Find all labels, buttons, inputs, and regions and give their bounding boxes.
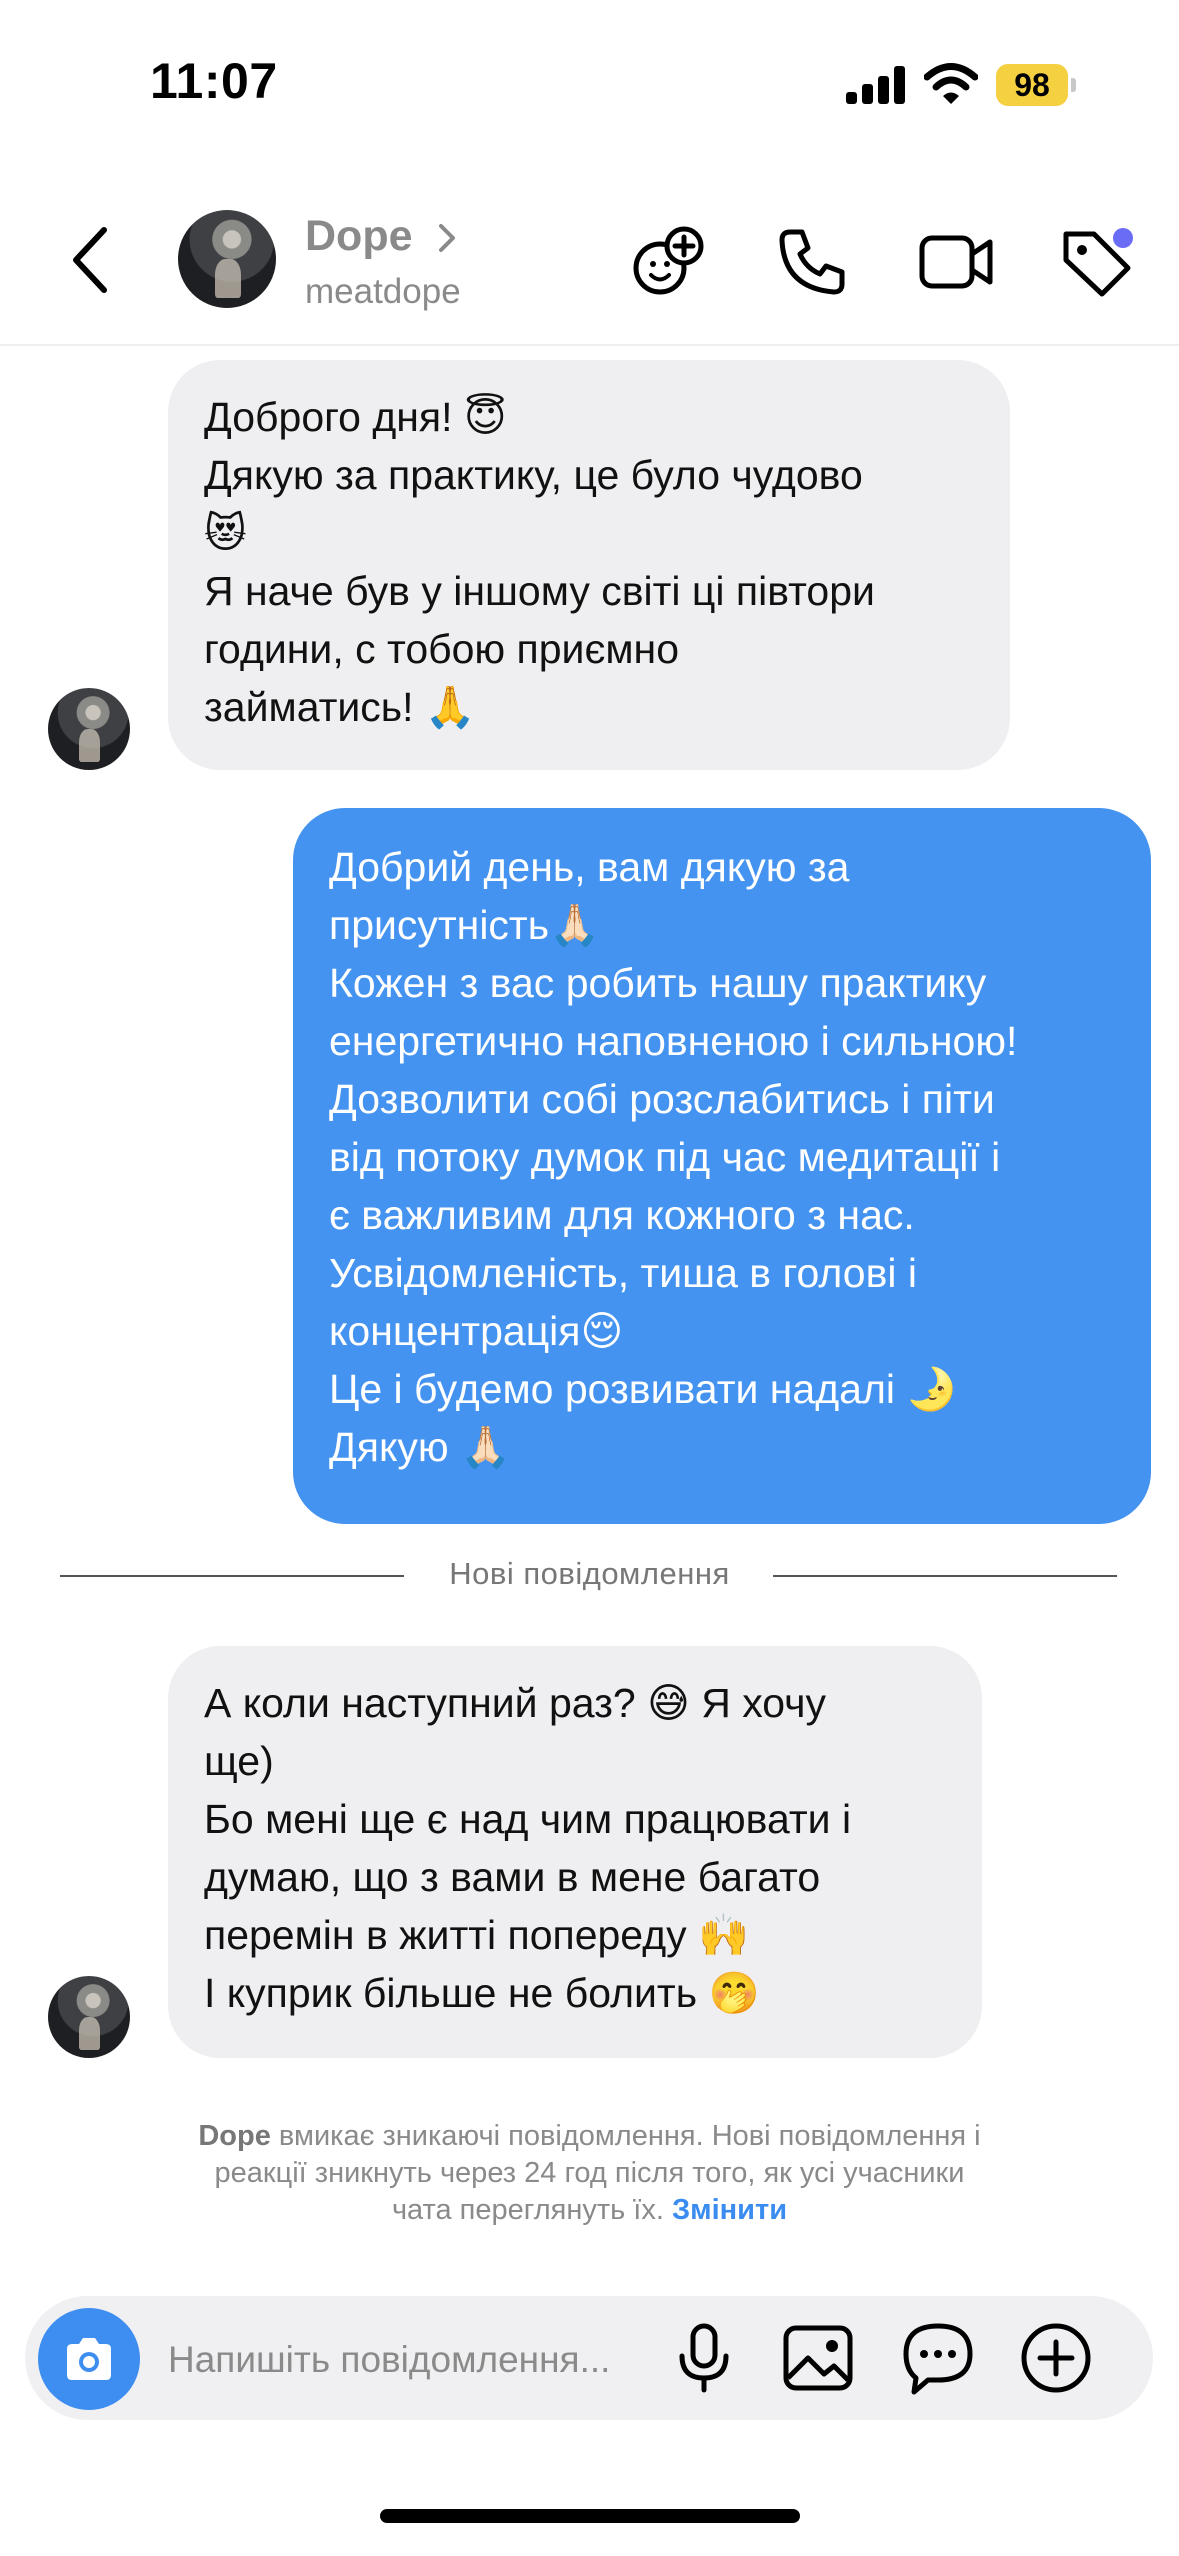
gallery-icon[interactable] — [778, 2318, 858, 2398]
outgoing-message-bubble[interactable]: Добрий день, вам дякую за присутність🙏🏻 … — [293, 808, 1151, 1524]
microphone-icon[interactable] — [664, 2318, 744, 2398]
phone-icon[interactable] — [772, 222, 852, 302]
plus-icon[interactable] — [1016, 2318, 1096, 2398]
camera-icon — [67, 2338, 111, 2380]
message-line: І куприк більше не болить 🤭 — [204, 1970, 760, 2016]
message-line: Бо мені ще є над чим працювати і — [204, 1796, 852, 1842]
status-time: 11:07 — [150, 53, 278, 109]
message-line: присутність🙏🏻 — [329, 902, 601, 948]
notification-dot — [1113, 228, 1133, 248]
message-line: думаю, що з вами в мене багато — [204, 1854, 821, 1900]
back-chevron-icon[interactable] — [62, 222, 118, 298]
message-line: Дякую за практику, це було чудово — [204, 452, 863, 498]
incoming-message-bubble[interactable]: А коли наступний раз? 😅 Я хочу ще) Бо ме… — [168, 1646, 982, 2058]
notice-text: чата переглянуть їх. — [391, 2194, 664, 2226]
message-line: займатись! 🙏 — [204, 684, 476, 730]
message-line: години, с тобою приємно — [204, 626, 680, 672]
video-call-icon[interactable] — [916, 222, 996, 302]
message-line: А коли наступний раз? 😅 Я хочу — [204, 1680, 827, 1726]
message-line: енергетично наповненою і сильною! — [329, 1018, 1018, 1064]
sender-avatar[interactable] — [48, 688, 130, 770]
message-line: перемін в житті попереду 🙌 — [204, 1912, 750, 1958]
sender-avatar[interactable] — [48, 1976, 130, 2058]
message-line: є важливим для кожного з нас. — [329, 1192, 915, 1238]
message-line: від потоку думок під час медитації і — [329, 1134, 1001, 1180]
message-input[interactable] — [168, 2330, 638, 2390]
effects-icon[interactable] — [630, 222, 710, 302]
contact-username[interactable]: meatdope — [305, 272, 461, 312]
message-line: Добрий день, вам дякую за — [329, 844, 850, 890]
change-link[interactable]: Змінити — [672, 2194, 787, 2226]
notice-text: реакції зникнуть через 24 год після того… — [214, 2157, 965, 2189]
message-line: Це і будемо розвивати надалі 🌛 — [329, 1366, 958, 1412]
incoming-message-bubble[interactable]: Доброго дня! 😇 Дякую за практику, це бул… — [168, 360, 1010, 770]
home-indicator — [380, 2509, 800, 2523]
new-messages-label: Нові повідомлення — [449, 1556, 730, 1591]
contact-avatar[interactable] — [178, 210, 276, 308]
chevron-right-icon[interactable] — [434, 218, 460, 258]
message-line: 😻 — [204, 510, 247, 556]
battery-percentage: 98 — [1014, 67, 1050, 103]
tag-icon[interactable] — [1058, 222, 1138, 302]
message-line: Доброго дня! 😇 — [204, 394, 507, 440]
new-messages-divider-right — [773, 1575, 1117, 1577]
contact-name[interactable]: Dope — [305, 212, 413, 261]
wifi-icon — [924, 63, 978, 104]
cellular-signal-icon — [846, 66, 906, 104]
message-line: ще) — [204, 1738, 274, 1784]
message-line: Дозволити собі розслабитись і піти — [329, 1076, 995, 1122]
message-line: Дякую 🙏🏻 — [329, 1424, 512, 1470]
disappearing-messages-notice: Dope вмикає зникаючі повідомлення. Нові … — [130, 2118, 1049, 2229]
sticker-icon[interactable] — [898, 2318, 978, 2398]
message-line: Я наче був у іншому світі ці півтори — [204, 568, 875, 614]
message-line: концентрація😌 — [329, 1308, 624, 1354]
notice-contact-name: Dope — [198, 2120, 271, 2152]
header-divider — [0, 344, 1179, 346]
battery-indicator: 98 — [996, 64, 1076, 106]
notice-text: вмикає зникаючі повідомлення. Нові повід… — [278, 2120, 981, 2152]
message-line: Кожен з вас робить нашу практику — [329, 960, 987, 1006]
message-line: Усвідомленість, тиша в голові і — [329, 1250, 917, 1296]
camera-button[interactable] — [38, 2308, 140, 2410]
